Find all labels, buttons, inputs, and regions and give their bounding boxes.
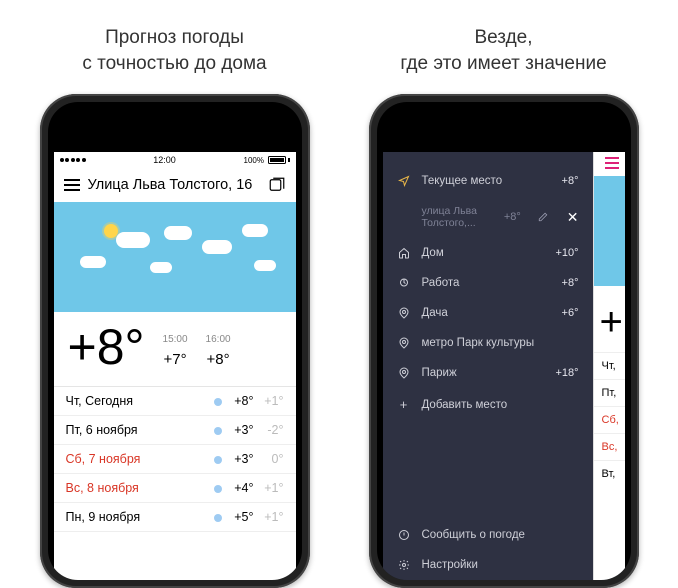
day-low: -2°	[254, 423, 284, 437]
app-header: Улица Льва Толстого, 16	[54, 168, 296, 202]
promo-panel-right: Везде, где это имеет значение Текущее ме…	[359, 0, 648, 588]
menu-button[interactable]	[605, 157, 619, 169]
place-temp: +8°	[562, 277, 579, 289]
place-temp: +6°	[562, 307, 579, 319]
place-label: Дом	[422, 247, 545, 259]
day-high: +8°	[224, 394, 254, 408]
drawer-item-place[interactable]: Дача +6°	[383, 298, 593, 328]
hourly-item: 15:00 +7°	[163, 334, 188, 368]
work-icon	[397, 277, 411, 289]
day-low: 0°	[254, 452, 284, 466]
home-icon	[397, 247, 411, 259]
day-row[interactable]: Вс, 8 ноября +4° +1°	[54, 474, 296, 503]
day-label: Пн, 9 ноября	[66, 510, 210, 524]
day-high: +3°	[224, 452, 254, 466]
day-high: +5°	[224, 510, 254, 524]
day-high: +4°	[224, 481, 254, 495]
drawer-item-place[interactable]: метро Парк культуры	[383, 328, 593, 358]
place-label: Париж	[422, 367, 545, 379]
day-low: +1°	[254, 481, 284, 495]
main-screen-peek[interactable]: + Чт,Пт,Сб,Вс,Вт,	[593, 152, 625, 580]
phone-mockup-left: 12:00 100% Улица Льва Толстого, 16	[40, 94, 310, 588]
close-icon[interactable]: ✕	[567, 209, 579, 226]
caption-right: Везде, где это имеет значение	[400, 25, 606, 76]
drawer-item-current-location[interactable]: Текущее место +8°	[383, 166, 593, 196]
day-row[interactable]: Пт, 6 ноября +3° -2°	[54, 416, 296, 445]
phone-mockup-right: Текущее место +8° улица Льва Толстого,..…	[369, 94, 639, 588]
battery-icon: 100%	[244, 156, 290, 165]
drawer-feedback[interactable]: Сообщить о погоде	[383, 520, 593, 550]
card-icon[interactable]	[268, 176, 286, 194]
hourly-item: 16:00 +8°	[206, 334, 231, 368]
chat-icon	[397, 529, 411, 541]
menu-button[interactable]	[64, 179, 80, 191]
gear-icon	[397, 559, 411, 571]
pin-icon	[397, 367, 411, 379]
preview-day-row: Вт,	[594, 460, 625, 487]
day-high: +3°	[224, 423, 254, 437]
preview-day-row: Сб,	[594, 406, 625, 433]
day-row[interactable]: Сб, 7 ноября +3° 0°	[54, 445, 296, 474]
pin-icon	[397, 337, 411, 349]
status-time: 12:00	[153, 155, 176, 165]
caption-left: Прогноз погоды с точностью до дома	[82, 25, 266, 76]
day-label: Чт, Сегодня	[66, 394, 210, 408]
preview-day-row: Вс,	[594, 433, 625, 460]
hourly-forecast: 15:00 +7° 16:00 +8°	[163, 334, 231, 368]
sky-illustration	[54, 202, 296, 312]
current-temp: +8°	[68, 322, 145, 372]
day-row[interactable]: Чт, Сегодня +8° +1°	[54, 387, 296, 416]
drawer-item-place[interactable]: Дом +10°	[383, 238, 593, 268]
drawer-item-place[interactable]: Париж +18°	[383, 358, 593, 388]
preview-day-row: Пт,	[594, 379, 625, 406]
pencil-icon[interactable]	[538, 212, 548, 222]
pin-icon	[397, 307, 411, 319]
status-bar: 12:00 100%	[54, 152, 296, 168]
preview-day-row: Чт,	[594, 352, 625, 379]
drawer-item-place[interactable]: Работа +8°	[383, 268, 593, 298]
plus-icon: +	[397, 397, 411, 412]
day-row[interactable]: Пн, 9 ноября +5° +1°	[54, 503, 296, 532]
day-low: +1°	[254, 510, 284, 524]
place-temp: +10°	[555, 247, 578, 259]
temp-peek: +	[600, 300, 623, 345]
signal-dots-icon	[60, 158, 86, 162]
location-title[interactable]: Улица Льва Толстого, 16	[88, 177, 260, 193]
promo-panel-left: Прогноз погоды с точностью до дома 12:00…	[30, 0, 319, 588]
location-arrow-icon	[397, 175, 411, 187]
daily-forecast-list[interactable]: Чт, Сегодня +8° +1°Пт, 6 ноября +3° -2°С…	[54, 386, 296, 532]
day-low: +1°	[254, 394, 284, 408]
place-temp: +18°	[555, 367, 578, 379]
drawer-settings[interactable]: Настройки	[383, 550, 593, 580]
places-drawer: Текущее место +8° улица Льва Толстого,..…	[383, 152, 593, 580]
day-label: Пт, 6 ноября	[66, 423, 210, 437]
drawer-add-place[interactable]: + Добавить место	[383, 388, 593, 421]
drawer-item-editing[interactable]: улица Льва Толстого,... +8° ✕	[383, 196, 593, 238]
day-label: Сб, 7 ноября	[66, 452, 210, 466]
current-weather: +8° 15:00 +7° 16:00 +8°	[54, 312, 296, 386]
place-label: Работа	[422, 277, 551, 289]
place-label: метро Парк культуры	[422, 337, 568, 349]
day-label: Вс, 8 ноября	[66, 481, 210, 495]
place-label: Дача	[422, 307, 551, 319]
